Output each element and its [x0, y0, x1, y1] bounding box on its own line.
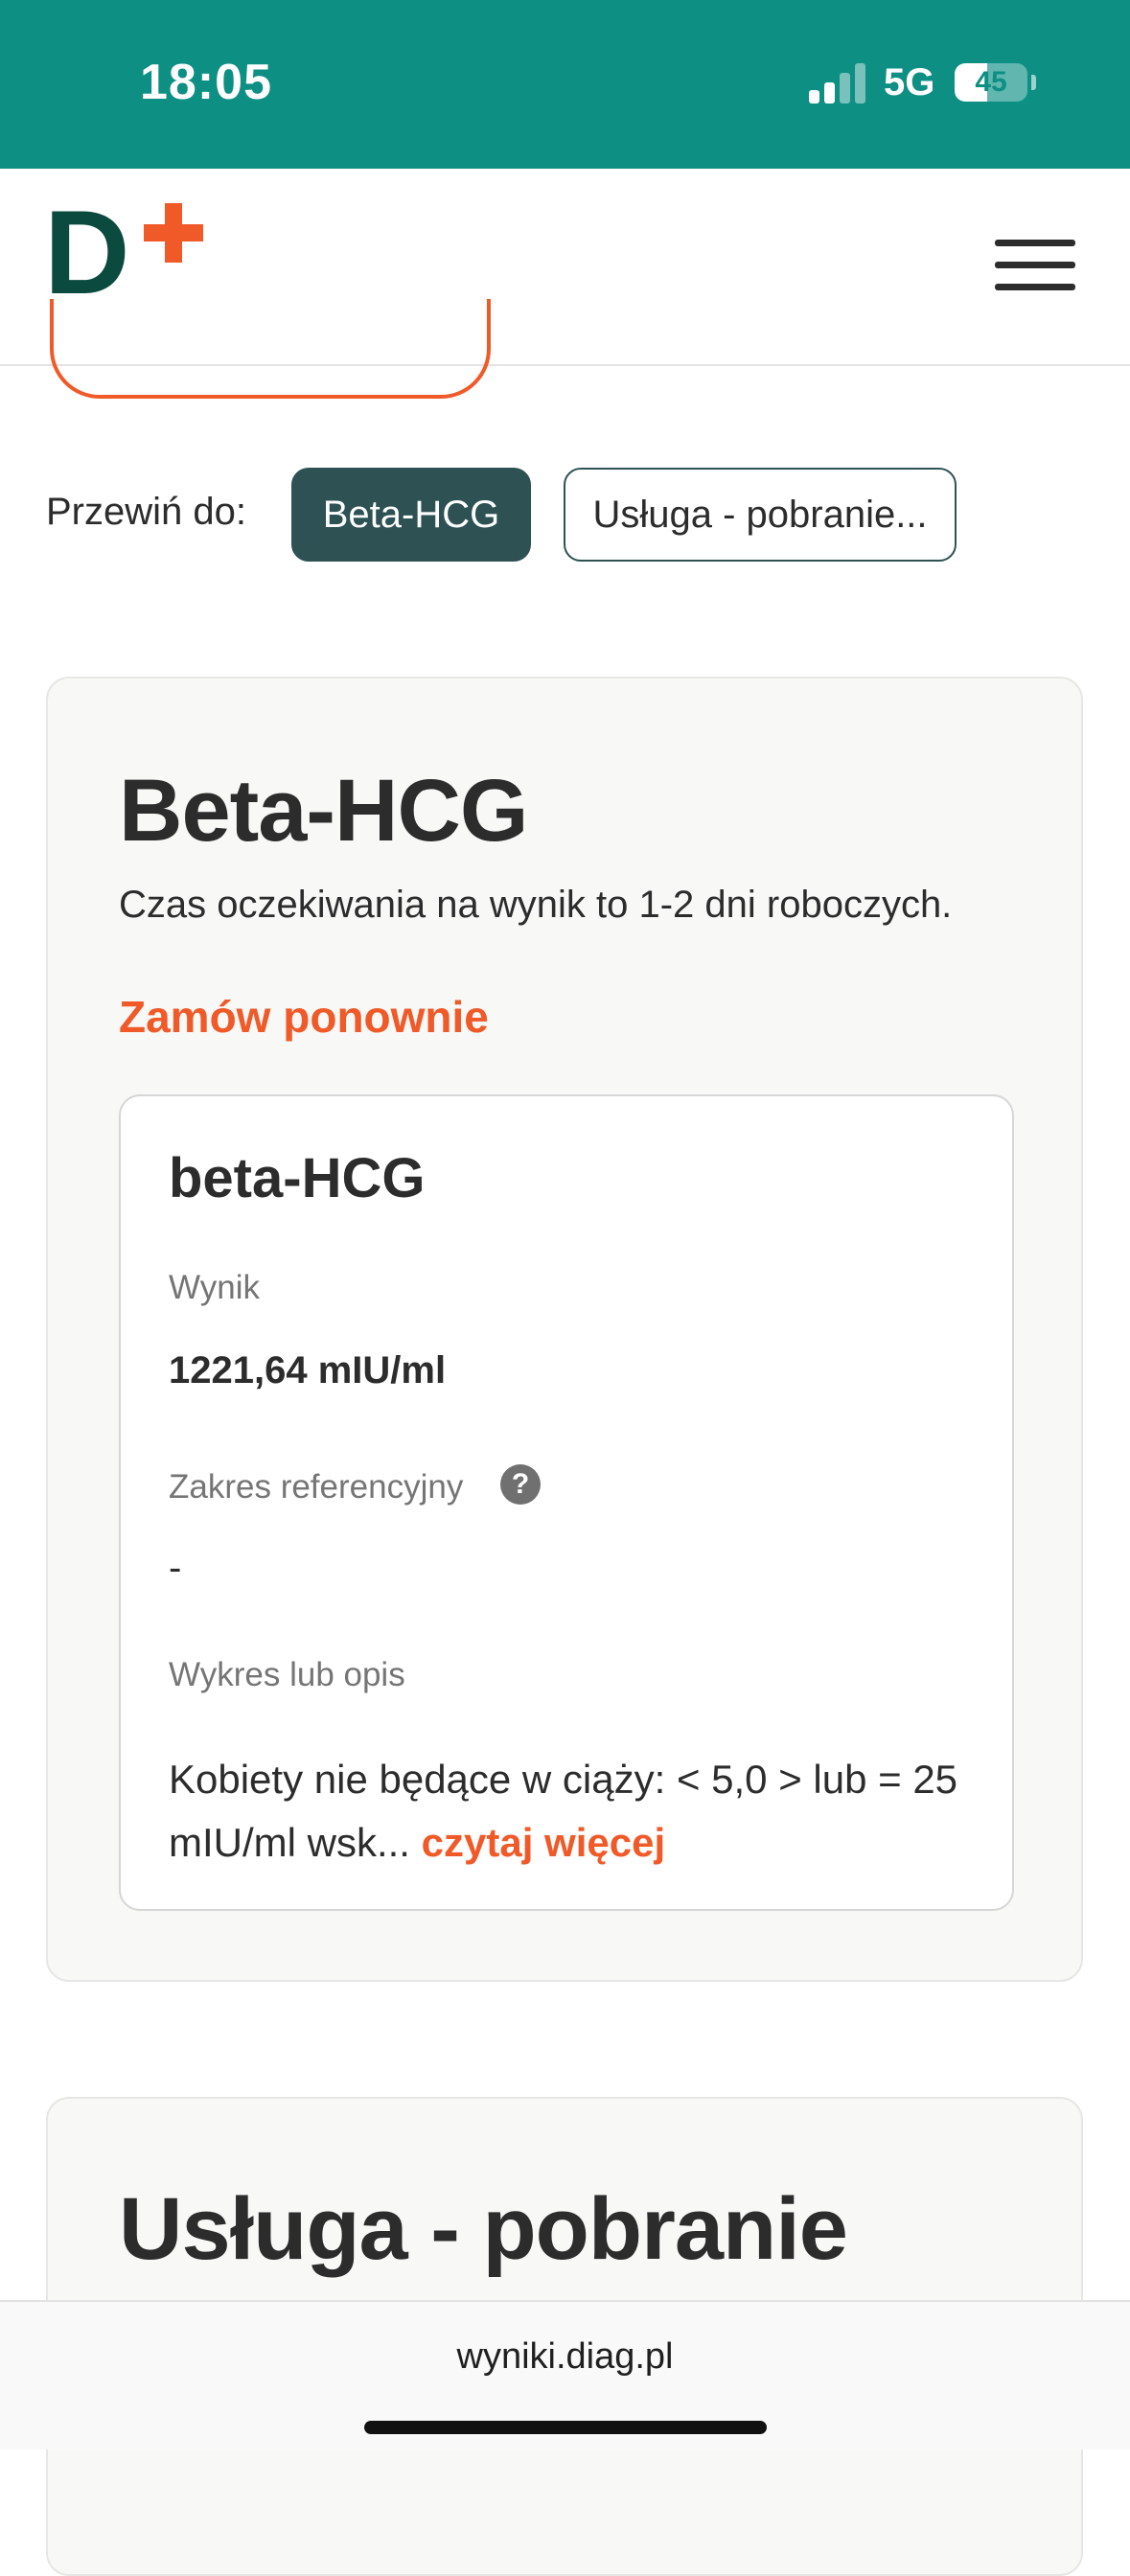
battery-percent: 45 — [975, 66, 1007, 98]
hamburger-menu-icon[interactable] — [991, 238, 1077, 293]
description-text: Kobiety nie będące w ciąży: < 5,0 > lub … — [169, 1748, 974, 1874]
partial-outline-button[interactable] — [50, 299, 491, 399]
result-value: 1221,64 mIU/ml — [169, 1349, 447, 1392]
status-time: 18:05 — [140, 55, 272, 110]
logo-letter: D — [44, 187, 130, 319]
read-more-link[interactable]: czytaj więcej — [422, 1820, 665, 1865]
help-question-icon[interactable]: ? — [500, 1464, 541, 1505]
battery-icon: 45 — [955, 63, 1027, 102]
status-bar: 18:05 5G 45 — [0, 0, 1130, 169]
test-card: Beta-HCG Czas oczekiwania na wynik to 1-… — [46, 677, 1083, 1982]
result-label: Wynik — [169, 1269, 260, 1306]
wait-time-info: Czas oczekiwania na wynik to 1-2 dni rob… — [119, 884, 953, 926]
browser-address-bar: wyniki.diag.pl — [0, 2300, 1130, 2450]
chip-beta-hcg[interactable]: Beta-HCG — [291, 468, 531, 562]
description-label: Wykres lub opis — [169, 1656, 405, 1693]
service-title: Usługa - pobranie — [119, 2180, 848, 2278]
plus-icon — [144, 203, 203, 263]
result-box: beta-HCG Wynik 1221,64 mIU/ml Zakres ref… — [119, 1094, 1014, 1911]
home-indicator[interactable] — [364, 2421, 767, 2434]
reorder-link[interactable]: Zamów ponownie — [119, 991, 489, 1043]
cellular-signal-icon — [809, 61, 866, 104]
chip-service-collection[interactable]: Usługa - pobranie... — [564, 468, 957, 562]
scroll-to-label: Przewiń do: — [46, 491, 246, 533]
logo[interactable]: D — [44, 187, 207, 319]
result-name: beta-HCG — [169, 1147, 426, 1209]
test-title: Beta-HCG — [119, 762, 528, 860]
battery-tip — [1031, 75, 1036, 90]
reference-range-value: - — [169, 1547, 182, 1589]
url-label[interactable]: wyniki.diag.pl — [0, 2336, 1130, 2378]
reference-range-label: Zakres referencyjny — [169, 1468, 464, 1506]
network-type-label: 5G — [884, 61, 935, 104]
